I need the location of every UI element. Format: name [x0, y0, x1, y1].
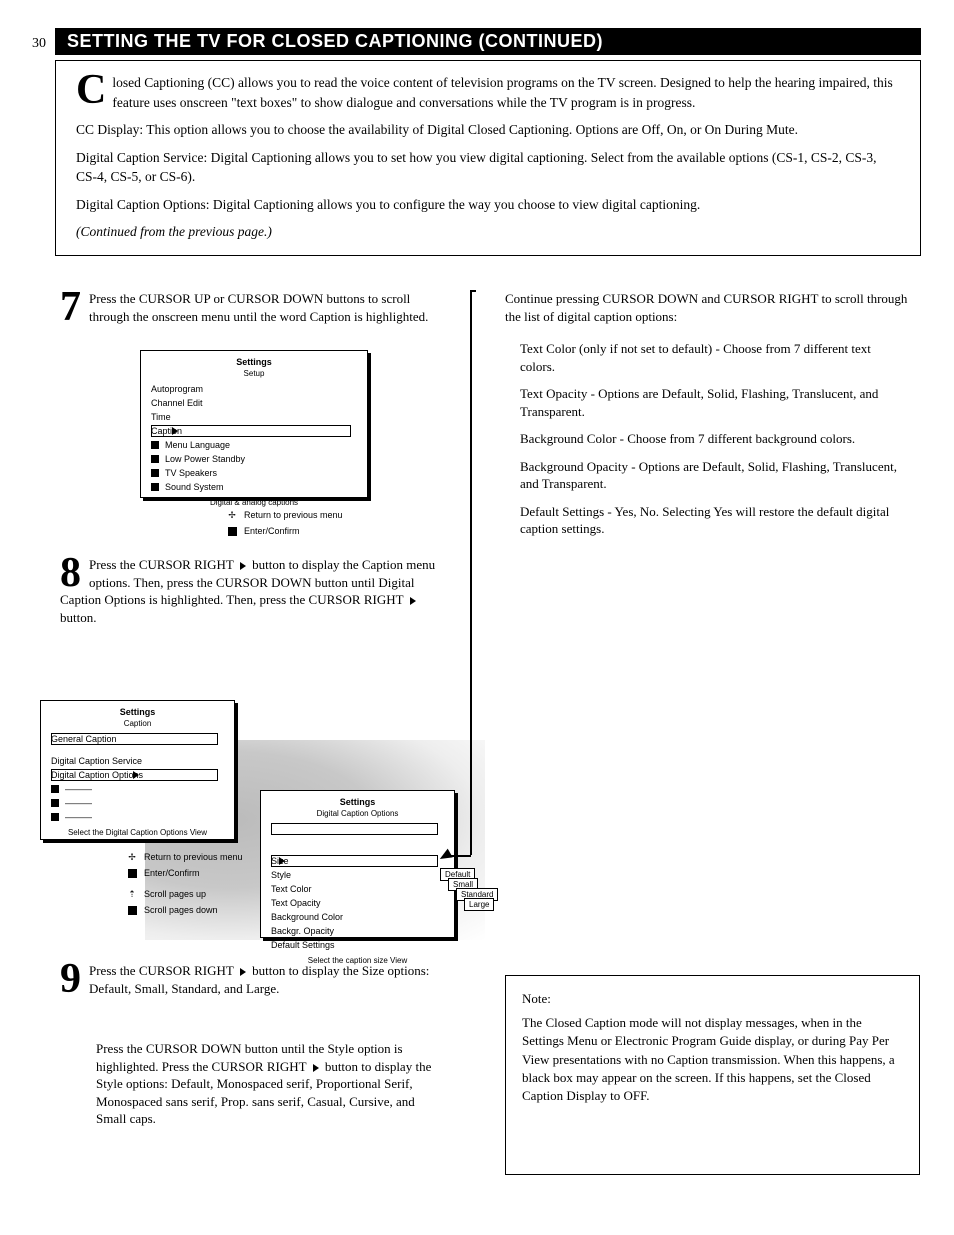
tab-large: Large [464, 898, 494, 911]
arrowhead-icon [437, 849, 452, 864]
connector-line [0, 0, 954, 1200]
